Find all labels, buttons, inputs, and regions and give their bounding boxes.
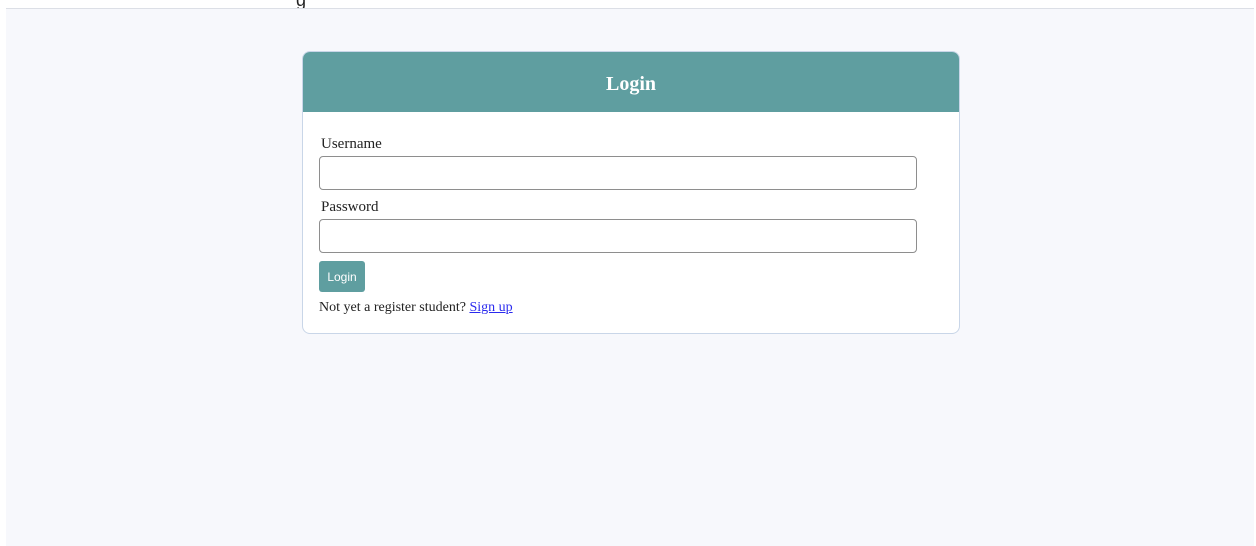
- username-label: Username: [321, 136, 382, 152]
- password-label: Password: [321, 199, 379, 215]
- login-title: Login: [605, 72, 657, 95]
- login-card-header: Login: [303, 52, 959, 112]
- page: g Login Username Password Login Not yet …: [0, 0, 1256, 546]
- signup-prompt-line: Not yet a register student? Sign up: [319, 300, 513, 316]
- login-card: Login Username Password Login Not yet a …: [302, 51, 960, 334]
- login-button[interactable]: Login: [319, 261, 365, 292]
- username-input[interactable]: [319, 156, 917, 190]
- signup-prompt-text: Not yet a register student?: [319, 300, 466, 315]
- browser-viewport: Login Username Password Login Not yet a …: [6, 8, 1254, 546]
- password-input[interactable]: [319, 219, 917, 253]
- signup-link[interactable]: Sign up: [469, 300, 512, 315]
